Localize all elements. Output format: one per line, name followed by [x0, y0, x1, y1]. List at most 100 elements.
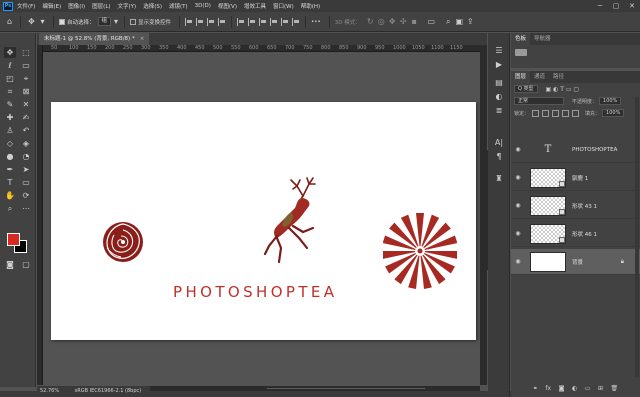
object-select-icon[interactable]: ◰: [4, 73, 16, 84]
clone-stamp-icon[interactable]: ♙: [4, 125, 16, 136]
eye-icon[interactable]: ◉: [512, 174, 524, 181]
layer-filter-dropdown[interactable]: Q 类型: [514, 85, 538, 93]
group-icon[interactable]: ▭: [585, 385, 591, 392]
video-camera-icon[interactable]: ▭: [426, 16, 437, 27]
dodge-tool-icon[interactable]: ◔: [20, 151, 32, 162]
brush-tool-icon[interactable]: ✍: [20, 112, 32, 123]
adjustments-icon[interactable]: ◐: [493, 91, 505, 102]
menu-file[interactable]: 文件(F): [17, 2, 35, 10]
canvas-area[interactable]: PHOTOSHOPTEA: [43, 52, 480, 385]
menu-select[interactable]: 选择(S): [143, 2, 162, 10]
tab-channels[interactable]: 通道: [530, 71, 549, 83]
hand-tool-icon[interactable]: ✋: [4, 190, 16, 201]
adjustment-icon[interactable]: ◐: [572, 385, 577, 392]
document-tab[interactable]: 未标题-1 @ 52.8% (背景, RGB/8) * ×: [39, 33, 150, 45]
new-layer-icon[interactable]: ⊞: [598, 385, 603, 392]
eraser-icon[interactable]: ◇: [4, 138, 16, 149]
horizontal-scrollbar[interactable]: [150, 386, 480, 391]
character-icon[interactable]: A|: [493, 137, 505, 148]
blur-tool-icon[interactable]: ●: [4, 151, 16, 162]
auto-select-dropdown[interactable]: 组: [97, 17, 112, 26]
opacity-input[interactable]: 100%: [599, 97, 622, 105]
fx-icon[interactable]: fx: [545, 385, 551, 392]
more-options-button[interactable]: •••: [311, 19, 321, 25]
menu-layer[interactable]: 图层(L): [92, 2, 110, 10]
layers-scrollbar[interactable]: [635, 97, 639, 377]
rotate-view-icon[interactable]: ⟳: [20, 190, 32, 201]
auto-select-checkbox[interactable]: [59, 18, 65, 25]
3d-pan-icon[interactable]: ✥: [387, 16, 398, 27]
3d-slide-icon[interactable]: ✣: [398, 16, 409, 27]
path-select-icon[interactable]: ➤: [20, 164, 32, 175]
show-transform-checkbox[interactable]: [130, 18, 137, 25]
tab-layers[interactable]: 图层: [511, 71, 531, 83]
layer-row-shape-46[interactable]: ◉ 形状 46 1: [511, 221, 640, 247]
align-center-icon[interactable]: [196, 17, 204, 26]
zoom-level[interactable]: 52.76%: [40, 388, 59, 394]
menu-help[interactable]: 帮助(H): [301, 2, 320, 10]
distribute-4-icon[interactable]: [270, 17, 278, 26]
chevron-down-icon[interactable]: ▾: [113, 16, 119, 27]
color-profile[interactable]: sRGB IEC61966-2.1 (8bpc): [75, 388, 142, 394]
layer-row-deer[interactable]: ◉ 驯鹿 1: [511, 165, 640, 191]
shape-tool-icon[interactable]: ▭: [20, 177, 32, 188]
eye-icon[interactable]: ◉: [512, 202, 524, 209]
eye-icon[interactable]: ◉: [512, 230, 524, 237]
clone-source-icon[interactable]: ♜: [493, 173, 505, 184]
move-tool-icon[interactable]: ✥: [4, 47, 16, 58]
blend-mode-dropdown[interactable]: 正常: [514, 97, 564, 105]
menu-plugins[interactable]: 增效工具: [244, 2, 266, 10]
lock-pixels-icon[interactable]: [542, 109, 550, 117]
pen-tool-icon[interactable]: ✒: [4, 164, 16, 175]
minimize-button[interactable]: ─: [592, 0, 608, 12]
layer-row-background[interactable]: ◉ 背景 🔒︎: [511, 249, 640, 275]
fill-input[interactable]: 100%: [602, 109, 625, 117]
paragraph-icon[interactable]: ¶: [493, 151, 505, 162]
lock-transparent-icon[interactable]: [532, 109, 540, 117]
type-tool-icon[interactable]: T: [4, 177, 16, 188]
menu-filter[interactable]: 滤镜(T): [169, 2, 188, 10]
search-icon[interactable]: ⌕: [443, 16, 454, 27]
libraries-icon[interactable]: ▤: [493, 77, 505, 88]
align-left-icon[interactable]: [185, 17, 193, 26]
lock-position-icon[interactable]: [552, 109, 560, 117]
crop-tool-icon[interactable]: ⌗: [4, 86, 16, 97]
ruler-icon[interactable]: ✕: [20, 99, 32, 110]
mask-icon[interactable]: ◙: [559, 385, 565, 392]
menu-edit[interactable]: 编辑(E): [42, 2, 61, 10]
tab-navigator[interactable]: 导航器: [530, 33, 555, 45]
distribute-5-icon[interactable]: [281, 17, 289, 26]
foreground-color-swatch[interactable]: [7, 233, 20, 246]
menu-window[interactable]: 窗口(W): [273, 2, 294, 10]
quick-mask-icon[interactable]: ◙: [4, 259, 16, 270]
artboard-tool-icon[interactable]: ⬚: [20, 47, 32, 58]
layer-row-shape-43[interactable]: ◉ 形状 43 1: [511, 193, 640, 219]
play-action-icon[interactable]: ▶: [493, 59, 505, 70]
menu-view[interactable]: 视图(V): [218, 2, 237, 10]
close-window-button[interactable]: ✕: [624, 0, 640, 12]
vertical-scrollbar[interactable]: [480, 45, 492, 385]
chevron-down-icon[interactable]: ▾: [37, 16, 48, 27]
maximize-button[interactable]: ▢: [608, 0, 624, 12]
scroll-thumb[interactable]: [266, 387, 426, 390]
3d-scale-icon[interactable]: ▪: [409, 16, 420, 27]
lock-artboard-icon[interactable]: [562, 109, 570, 117]
3d-rotate-icon[interactable]: ↻: [365, 16, 376, 27]
distribute-2-icon[interactable]: [248, 17, 256, 26]
more-tools-icon[interactable]: ⋯: [20, 203, 32, 214]
eyedropper-icon[interactable]: ✎: [4, 99, 16, 110]
filter-icons[interactable]: ▣ ◐ T ▭ ▢: [546, 86, 580, 93]
menu-3d[interactable]: 3D(D): [195, 3, 211, 9]
distribute-3-icon[interactable]: [259, 17, 267, 26]
history-brush-icon[interactable]: ↶: [20, 125, 32, 136]
close-tab-icon[interactable]: ×: [140, 36, 145, 42]
quick-select-icon[interactable]: ⌖: [20, 73, 32, 84]
frame-tool-icon[interactable]: ⊠: [20, 86, 32, 97]
tab-paths[interactable]: 路径: [549, 71, 568, 83]
tab-swatches[interactable]: 色板: [511, 33, 531, 45]
align-top-icon[interactable]: [218, 17, 226, 26]
menu-type[interactable]: 文字(Y): [118, 2, 137, 10]
menu-image[interactable]: 图像(I): [68, 2, 85, 10]
delete-icon[interactable]: 🗑︎: [611, 385, 619, 392]
home-icon[interactable]: ⌂: [4, 16, 15, 27]
